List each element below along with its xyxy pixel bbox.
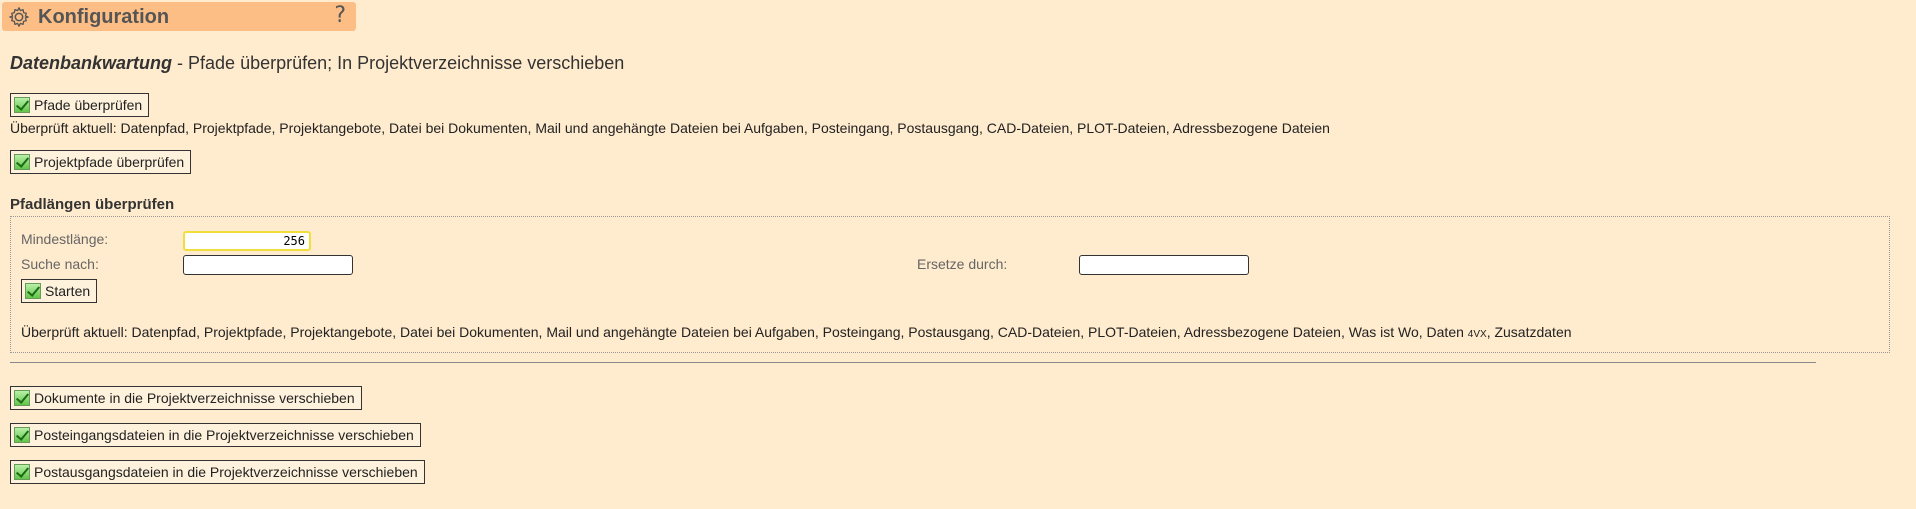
gear-icon [9,7,29,27]
title-bar: Konfiguration ? [2,2,356,31]
check-icon [14,390,30,406]
ersetze-input[interactable] [1079,255,1249,275]
mindestlaenge-label: Mindestlänge: [21,231,109,247]
pfade-pruefen-button[interactable]: Pfade überprüfen [10,93,150,117]
check-icon [14,154,30,170]
button-label: Dokumente in die Projektverzeichnisse ve… [34,390,355,406]
starten-button[interactable]: Starten [21,279,98,303]
info-suffix: , Zusatzdaten [1486,324,1572,340]
help-icon[interactable]: ? [334,4,346,28]
ersetze-label: Ersetze durch: [917,256,1008,272]
pfade-info-text: Überprüft aktuell: Datenpfad, Projektpfa… [10,120,1330,136]
button-label: Posteingangsdateien in die Projektverzei… [34,427,414,443]
info-prefix: Überprüft aktuell: Datenpfad, Projektpfa… [21,324,1468,340]
pfadlaengen-heading: Pfadlängen überprüfen [10,196,175,213]
check-icon [14,97,30,113]
check-icon [25,283,41,299]
info-small: 4VX [1467,329,1487,340]
check-icon [14,464,30,480]
dokumente-verschieben-button[interactable]: Dokumente in die Projektverzeichnisse ve… [10,386,362,410]
heading-rest: - Pfade überprüfen; In Projektverzeichni… [172,53,625,73]
mindestlaenge-input[interactable] [183,231,311,251]
button-label: Postausgangsdateien in die Projektverzei… [34,464,418,480]
pfadlaengen-group: Mindestlänge: Suche nach: Ersetze durch:… [10,216,1890,353]
pfadlaengen-info-text: Überprüft aktuell: Datenpfad, Projektpfa… [21,324,1572,340]
check-icon [14,427,30,443]
divider [10,362,1816,363]
button-label: Pfade überprüfen [34,97,143,113]
postausgang-verschieben-button[interactable]: Postausgangsdateien in die Projektverzei… [10,460,425,484]
heading-emphasis: Datenbankwartung [10,53,173,73]
projektpfade-pruefen-button[interactable]: Projektpfade überprüfen [10,150,192,174]
suche-input[interactable] [183,255,353,275]
button-label: Projektpfade überprüfen [34,154,185,170]
suche-label: Suche nach: [21,256,99,272]
page-title: Konfiguration [38,6,170,28]
section-heading: Datenbankwartung - Pfade überprüfen; In … [10,53,624,74]
button-label: Starten [45,283,91,299]
posteingang-verschieben-button[interactable]: Posteingangsdateien in die Projektverzei… [10,423,421,447]
